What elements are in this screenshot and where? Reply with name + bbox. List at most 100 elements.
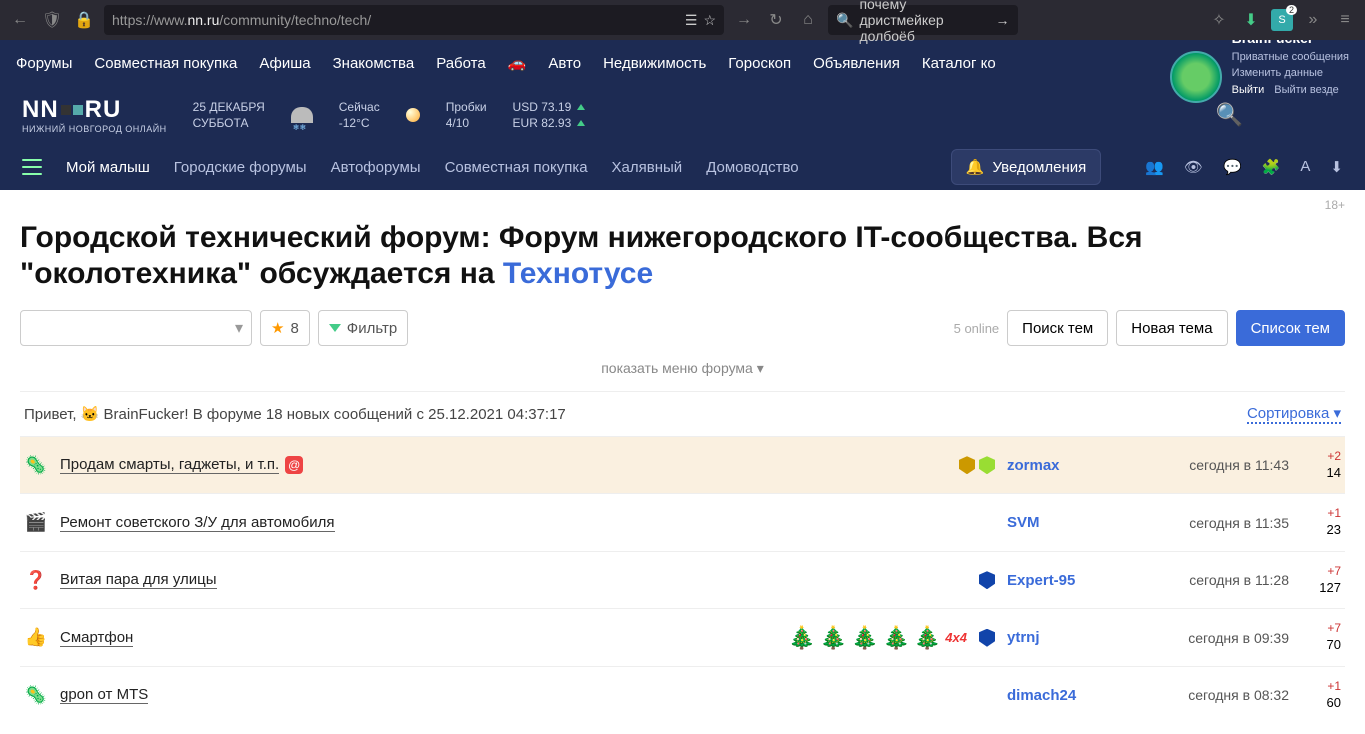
thread-user[interactable]: Expert-95: [1007, 572, 1147, 589]
sort-button[interactable]: Сортировка ▾: [1247, 404, 1341, 424]
nav-auto-forums[interactable]: Автофорумы: [331, 159, 421, 176]
thread-vote: +7: [1301, 564, 1341, 580]
topnav-dating[interactable]: Знакомства: [333, 55, 415, 72]
age-rating: 18+: [20, 190, 1345, 220]
thread-title[interactable]: Продам смарты, гаджеты, и т.п.: [60, 456, 279, 474]
tree-icon: 🎄: [882, 625, 909, 651]
topnav-realty[interactable]: Недвижимость: [603, 55, 706, 72]
thread-vote: +7: [1301, 621, 1341, 637]
nav-my-baby[interactable]: Мой малыш: [66, 159, 150, 176]
notifications-button[interactable]: 🔔 Уведомления: [951, 149, 1101, 185]
tree-icon: 🎄: [851, 625, 878, 651]
edit-link[interactable]: Изменить данные: [1232, 65, 1349, 82]
topic-list-button[interactable]: Список тем: [1236, 310, 1345, 346]
greeting-text: Привет, 🐱 BrainFucker! В форуме 18 новых…: [24, 405, 566, 423]
sun-icon: [406, 108, 420, 122]
thread-icon: ❓: [24, 570, 48, 591]
logout-all-link[interactable]: Выйти везде: [1274, 82, 1339, 99]
forward-icon[interactable]: →: [732, 8, 756, 32]
chat-icon[interactable]: 💬: [1223, 158, 1242, 176]
top-nav: Форумы Совместная покупка Афиша Знакомст…: [0, 40, 1365, 86]
topnav-jobs[interactable]: Работа: [436, 55, 486, 72]
thread-user[interactable]: SVM: [1007, 514, 1147, 531]
thread-title[interactable]: Витая пара для улицы: [60, 571, 217, 589]
thread-vote: +2: [1301, 449, 1341, 465]
avatar[interactable]: [1170, 51, 1222, 103]
topnav-poster[interactable]: Афиша: [259, 55, 310, 72]
download-tray-icon[interactable]: ⬇: [1330, 158, 1343, 176]
download-icon[interactable]: ⬇: [1239, 8, 1263, 32]
thread-title[interactable]: Ремонт советского З/У для автомобиля: [60, 514, 335, 532]
thread-vote: +1: [1301, 679, 1341, 695]
nav-free[interactable]: Халявный: [612, 159, 683, 176]
friends-icon[interactable]: 👥: [1145, 158, 1164, 176]
topnav-catalog[interactable]: Каталог ко: [922, 55, 996, 72]
pocket-icon[interactable]: ✧: [1207, 8, 1231, 32]
thread-icon: 🦠: [24, 685, 48, 706]
shield-icon[interactable]: 🛡: [40, 8, 64, 32]
site-logo[interactable]: NNRU: [22, 96, 167, 124]
thread-vote: +1: [1301, 506, 1341, 522]
thread-time: сегодня в 11:43: [1159, 457, 1289, 473]
eur-rate: EUR 82.93: [513, 116, 572, 130]
thread-user[interactable]: dimach24: [1007, 687, 1147, 704]
favorites-chip[interactable]: ★8: [260, 310, 310, 346]
nav-joint-purchase[interactable]: Совместная покупка: [445, 159, 588, 176]
thread-title[interactable]: Смартфон: [60, 629, 133, 647]
thread-icon: 🎬: [24, 512, 48, 533]
topnav-ads[interactable]: Объявления: [813, 55, 900, 72]
thread-title[interactable]: gpon от MTS: [60, 686, 148, 704]
forum-nav: Мой малыш Городские форумы Автофорумы Со…: [0, 144, 1365, 190]
home-icon[interactable]: ⌂: [796, 8, 820, 32]
nav-household[interactable]: Домоводство: [706, 159, 798, 176]
online-count: 5 online: [954, 321, 1000, 336]
thread-row[interactable]: 🦠 Продам смарты, гаджеты, и т.п. @ zormaxс…: [20, 436, 1345, 493]
category-dropdown[interactable]: ▾: [20, 310, 252, 346]
at-icon: @: [285, 456, 303, 474]
go-icon[interactable]: →: [996, 12, 1010, 28]
font-icon[interactable]: A: [1300, 158, 1310, 176]
nav-city-forums[interactable]: Городские форумы: [174, 159, 307, 176]
topnav-joint-purchase[interactable]: Совместная покупка: [94, 55, 237, 72]
pm-link[interactable]: Приватные сообщения: [1232, 49, 1349, 66]
search-icon: 🔍: [836, 12, 853, 29]
puzzle-icon[interactable]: 🧩: [1262, 158, 1281, 176]
thread-count: 14: [1301, 465, 1341, 482]
burger-icon[interactable]: [22, 159, 42, 175]
browser-search[interactable]: 🔍 почему дристмейкер долбоёб →: [828, 5, 1018, 35]
topnav-auto[interactable]: Авто: [548, 55, 581, 72]
lock-icon: 🔒: [72, 8, 96, 32]
thread-row[interactable]: ❓Витая пара для улицыExpert-95сегодня в …: [20, 551, 1345, 608]
extension-badge[interactable]: S2: [1271, 9, 1293, 31]
tree-icon: 🎄: [788, 625, 815, 651]
thread-user[interactable]: zormax: [1007, 457, 1147, 474]
thread-row[interactable]: 🎬 Ремонт советского З/У для автомобиля SVM…: [20, 493, 1345, 550]
reload-icon[interactable]: ↻: [764, 8, 788, 32]
reader-icon[interactable]: ☰: [685, 12, 698, 29]
4x4-badge: 4x4: [945, 630, 967, 645]
thread-icon: 🦠: [24, 455, 48, 476]
shield-icon: [979, 456, 995, 474]
title-link[interactable]: Технотусе: [503, 257, 653, 290]
search-topics-button[interactable]: Поиск тем: [1007, 310, 1108, 346]
shield-icon: [979, 629, 995, 647]
logout-link[interactable]: Выйти: [1232, 82, 1265, 99]
thread-row[interactable]: 👍Смартфон🎄🎄🎄🎄🎄4x4ytrnjсегодня в 09:39+77…: [20, 608, 1345, 665]
thread-user[interactable]: ytrnj: [1007, 629, 1147, 646]
username[interactable]: BrainFucker: [1232, 40, 1349, 49]
search-icon[interactable]: 🔍: [1216, 102, 1243, 128]
filter-button[interactable]: Фильтр: [318, 310, 408, 346]
bookmark-icon[interactable]: ☆: [703, 12, 716, 29]
bell-icon: 🔔: [966, 158, 985, 176]
back-icon[interactable]: ←: [8, 8, 32, 32]
topnav-horoscope[interactable]: Гороскоп: [728, 55, 791, 72]
topnav-forums[interactable]: Форумы: [16, 55, 72, 72]
thread-row[interactable]: 🦠gpon от MTSdimach24сегодня в 08:32+160: [20, 666, 1345, 723]
thread-icon: 👍: [24, 627, 48, 648]
show-forum-menu[interactable]: показать меню форума ▾: [20, 356, 1345, 392]
overflow-icon[interactable]: »: [1301, 8, 1325, 32]
new-topic-button[interactable]: Новая тема: [1116, 310, 1227, 346]
url-bar[interactable]: https://www.nn.ru/community/techno/tech/…: [104, 5, 724, 35]
eye-icon[interactable]: 👁: [1184, 158, 1203, 176]
menu-icon[interactable]: ≡: [1333, 8, 1357, 32]
